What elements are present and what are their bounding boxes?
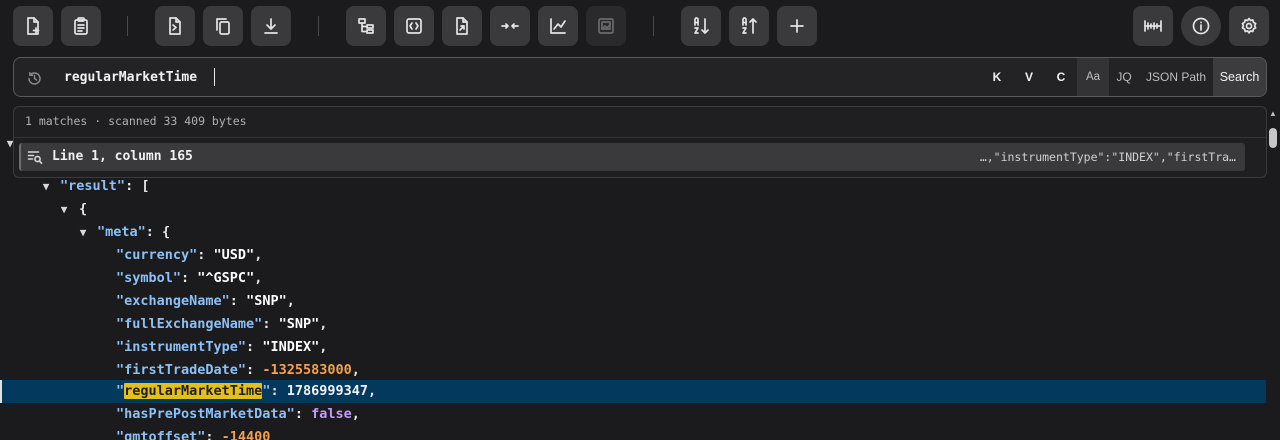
image-button[interactable] [586, 6, 626, 46]
toolbar-divider [653, 16, 654, 36]
tree-brace: { [79, 201, 88, 217]
copy-icon [216, 18, 230, 35]
collapse-toggle-icon[interactable]: ▼ [58, 198, 70, 221]
tree-view-button[interactable] [346, 6, 386, 46]
tree-key: "symbol" [116, 270, 182, 286]
chart-button[interactable] [538, 6, 578, 46]
info-icon [1192, 17, 1210, 35]
download-button[interactable] [251, 6, 291, 46]
image-icon [598, 18, 614, 34]
tree-key: "hasPrePostMarketData" [116, 406, 295, 422]
tree-row: "exchangeName": "SNP", [116, 293, 295, 309]
tree-row: ▼ "result": [ [0, 175, 1266, 198]
ruler-icon [1144, 20, 1162, 32]
collapse-toggle-icon[interactable]: ▼ [40, 175, 52, 198]
search-match-highlight: regularMarketTime [124, 383, 263, 399]
collapse-button[interactable] [490, 6, 530, 46]
code-view-icon [406, 18, 422, 34]
tree-row: "symbol": "^GSPC", [116, 270, 263, 286]
chart-icon [550, 18, 566, 34]
sort-descending-icon [742, 17, 757, 34]
tree-row: ▼ { [0, 198, 1266, 221]
tree-value: "SNP" [278, 316, 320, 332]
download-icon [264, 18, 278, 34]
sort-descending-button[interactable] [729, 6, 769, 46]
paste-button[interactable] [61, 6, 101, 46]
search-options: K V C Aa JQ JSON Path Search [981, 58, 1266, 96]
search-summary: 1 matches · scanned 33 409 bytes [25, 114, 247, 128]
json-path-mode-toggle[interactable]: JSON Path [1139, 58, 1213, 96]
tree-key: "fullExchangeName" [116, 316, 263, 332]
tree-row: ▼ "meta": { [0, 221, 1266, 244]
toolbar [0, 0, 1280, 52]
copy-button[interactable] [203, 6, 243, 46]
tree-key: "gmtoffset" [116, 429, 206, 440]
format-document-icon [169, 17, 181, 35]
new-document-icon [27, 17, 40, 35]
search-bar: K V C Aa JQ JSON Path Search [13, 57, 1267, 97]
settings-icon [1241, 17, 1257, 34]
tree-value: -1325583000 [262, 362, 352, 378]
tree-key: "exchangeName" [116, 293, 230, 309]
search-result-location: Line 1, column 165 [52, 149, 193, 164]
tree-value: "INDEX" [262, 339, 320, 355]
clipboard-icon [74, 17, 88, 35]
toolbar-divider [318, 16, 319, 36]
match-case-toggle[interactable]: Aa [1077, 58, 1109, 96]
tree-key: "firstTradeDate" [116, 362, 247, 378]
toolbar-divider [127, 16, 128, 36]
new-document-button[interactable] [13, 6, 53, 46]
tree-key: "result": [ [60, 178, 150, 194]
tree-row: "currency": "USD", [116, 247, 263, 263]
tree-row: "firstTradeDate": -1325583000, [116, 362, 360, 378]
tree-row: "fullExchangeName": "SNP", [116, 316, 328, 332]
search-input[interactable] [64, 58, 964, 96]
scrollbar-thumb[interactable] [1269, 128, 1277, 148]
info-button[interactable] [1181, 6, 1221, 46]
sort-ascending-icon [694, 17, 709, 34]
search-case-toggle[interactable]: C [1045, 58, 1077, 96]
tree-key: "currency" [116, 247, 198, 263]
jq-mode-toggle[interactable]: JQ [1109, 58, 1139, 96]
search-result-icon [27, 149, 43, 165]
tree-value: -14400 [221, 429, 271, 440]
text-cursor [214, 68, 215, 86]
tree-value: "SNP" [246, 293, 287, 309]
export-button[interactable] [442, 6, 482, 46]
tree-key: "meta": { [97, 224, 171, 240]
tree-view-icon [358, 18, 374, 34]
search-keys-toggle[interactable]: K [981, 58, 1013, 96]
tree-row-selected: "regularMarketTime": 1786999347, [0, 380, 1266, 403]
divider [14, 137, 1266, 138]
plus-icon [790, 19, 804, 33]
tree-row: "gmtoffset": -14400 [0, 426, 1266, 440]
file-export-icon [456, 17, 468, 35]
tree-value: false [311, 406, 352, 422]
search-result-snippet: …,"instrumentType":"INDEX","firstTra… [979, 150, 1236, 164]
sort-ascending-button[interactable] [681, 6, 721, 46]
collapse-toggle-icon[interactable]: ▼ [77, 221, 89, 244]
tree-value: "USD" [213, 247, 255, 263]
format-button[interactable] [155, 6, 195, 46]
collapse-icon [501, 23, 519, 29]
scroll-up-arrow-icon[interactable]: ▲ [1268, 110, 1278, 118]
tree-row: "instrumentType": "INDEX", [116, 339, 328, 355]
code-view-button[interactable] [394, 6, 434, 46]
tree-key: "instrumentType" [116, 339, 247, 355]
ruler-button[interactable] [1133, 6, 1173, 46]
tree-row: "hasPrePostMarketData": false, [116, 406, 360, 422]
history-icon[interactable] [24, 68, 44, 88]
tree-value: 1786999347 [286, 383, 368, 399]
tree-value: "^GSPC" [197, 270, 255, 286]
search-values-toggle[interactable]: V [1013, 58, 1045, 96]
search-result-item[interactable]: Line 1, column 165 …,"instrumentType":"I… [19, 143, 1245, 171]
settings-button[interactable] [1229, 6, 1269, 46]
add-button[interactable] [777, 6, 817, 46]
search-button[interactable]: Search [1213, 58, 1266, 96]
search-results-dropdown: 1 matches · scanned 33 409 bytes Line 1,… [13, 106, 1267, 178]
